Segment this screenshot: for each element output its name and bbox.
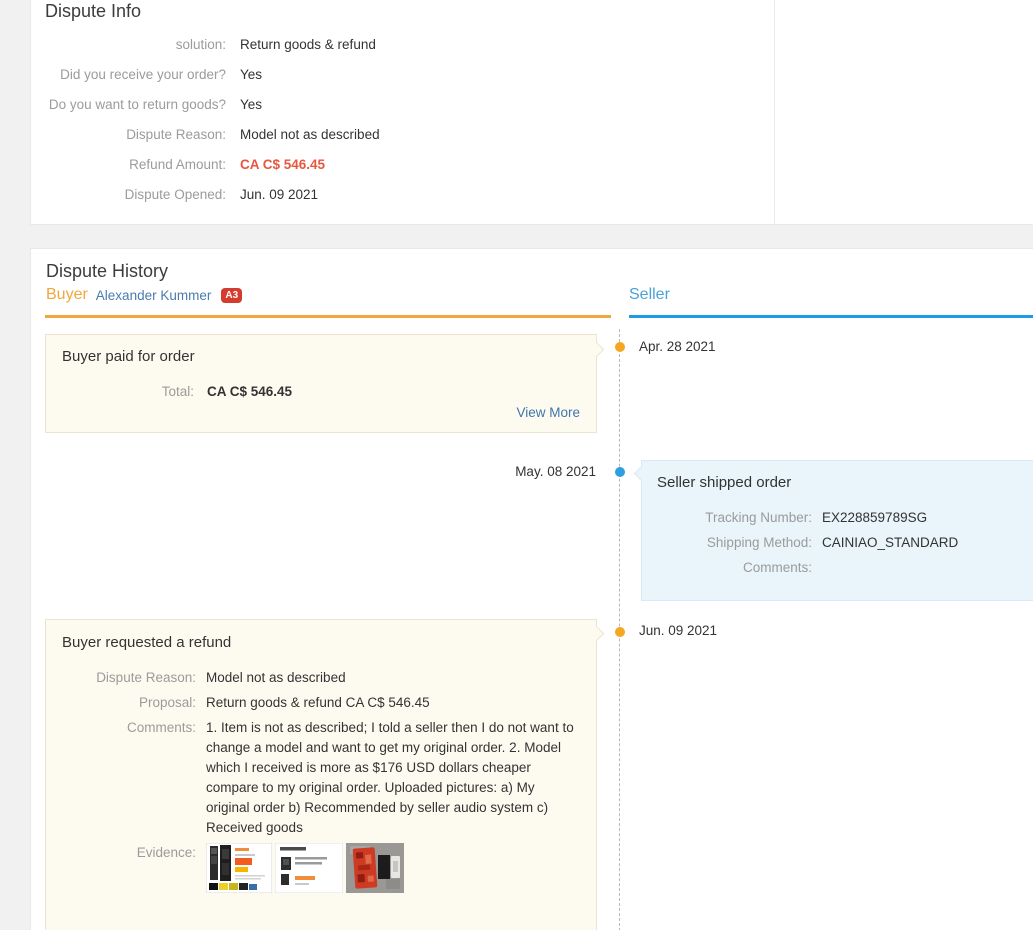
event-title: Buyer paid for order [62,348,195,365]
dispute-history-panel: Dispute History Buyer Alexander Kummer A… [30,248,1033,930]
event-label: Tracking Number: [642,508,812,528]
card-pointer-icon [589,342,605,358]
event-row-shipping-method: Shipping Method: CAINIAO_STANDARD [642,533,1033,553]
event-date: Apr. 28 2021 [639,339,716,354]
info-row-solution: solution: Return goods & refund [31,29,380,59]
event-date: Jun. 09 2021 [639,623,717,638]
card-pointer-icon [634,466,650,482]
refund-amount-value: CA C$ 546.45 [240,157,325,172]
dispute-info-panel: Dispute Info solution: Return goods & re… [30,0,1033,225]
seller-column-rule [629,315,1033,318]
info-label: Dispute Opened: [45,187,226,202]
buyer-role-label: Buyer [46,286,88,304]
timeline-dot-seller-icon [615,467,625,477]
info-value: Return goods & refund [240,37,376,52]
evidence-thumbnail-order-details[interactable] [275,843,343,893]
event-card-seller-shipped: Seller shipped order Tracking Number: EX… [641,460,1033,601]
event-title: Buyer requested a refund [62,634,231,651]
event-value: CAINIAO_STANDARD [822,533,958,553]
event-card-buyer-refund-request: Buyer requested a refund Dispute Reason:… [45,619,597,930]
info-row-refund-amount: Refund Amount: CA C$ 546.45 [31,149,380,179]
info-label: solution: [45,37,226,52]
event-value: Model not as described [206,668,578,688]
buyer-name-link[interactable]: Alexander Kummer [96,288,212,303]
event-label: Comments: [642,558,812,578]
dispute-history-title: Dispute History [46,261,168,282]
buyer-column-header: Buyer Alexander Kummer A3 [46,286,242,304]
event-row-evidence: Evidence: [46,843,596,893]
info-row-dispute-reason: Dispute Reason: Model not as described [31,119,380,149]
timeline-dot-buyer-icon [615,627,625,637]
info-value: Model not as described [240,127,380,142]
info-label: Do you want to return goods? [45,97,226,112]
event-value: Return goods & refund CA C$ 546.45 [206,693,578,713]
event-row-comments: Comments: [642,558,1033,578]
evidence-thumbnails [206,843,407,893]
seller-role-label: Seller [629,286,670,304]
event-label: Proposal: [46,693,196,713]
event-row-tracking-number: Tracking Number: EX228859789SG [642,508,1033,528]
event-label: Evidence: [46,843,196,893]
info-value: Jun. 09 2021 [240,187,318,202]
event-row-comments: Comments: 1. Item is not as described; I… [46,718,596,838]
info-row-dispute-opened: Dispute Opened: Jun. 09 2021 [31,179,380,209]
dispute-info-rows: solution: Return goods & refund Did you … [31,29,380,209]
timeline-dot-buyer-icon [615,342,625,352]
vertical-divider [774,0,775,224]
event-row-total: Total: CA C$ 546.45 [46,382,596,402]
event-value: EX228859789SG [822,508,927,528]
info-label: Refund Amount: [45,157,226,172]
info-value: Yes [240,67,262,82]
event-label: Dispute Reason: [46,668,196,688]
event-card-buyer-paid: Buyer paid for order Total: CA C$ 546.45… [45,334,597,433]
event-title: Seller shipped order [657,474,791,491]
buyer-column-rule [45,315,611,318]
info-row-receive-order: Did you receive your order? Yes [31,59,380,89]
evidence-thumbnail-product-listing[interactable] [206,843,272,893]
event-label: Shipping Method: [642,533,812,553]
event-date: May. 08 2021 [496,464,596,479]
event-row-proposal: Proposal: Return goods & refund CA C$ 54… [46,693,596,713]
info-value: Yes [240,97,262,112]
view-more-link[interactable]: View More [516,405,580,420]
event-row-dispute-reason: Dispute Reason: Model not as described [46,668,596,688]
event-label: Total: [46,382,194,402]
card-pointer-icon [589,626,605,642]
evidence-thumbnail-received-goods[interactable] [346,843,404,893]
event-comments-text: 1. Item is not as described; I told a se… [206,718,578,838]
event-value: CA C$ 546.45 [207,382,292,402]
event-label: Comments: [46,718,196,838]
info-row-return-goods: Do you want to return goods? Yes [31,89,380,119]
info-label: Dispute Reason: [45,127,226,142]
dispute-info-title: Dispute Info [45,1,141,22]
buyer-rating-badge[interactable]: A3 [221,288,242,303]
info-label: Did you receive your order? [45,67,226,82]
